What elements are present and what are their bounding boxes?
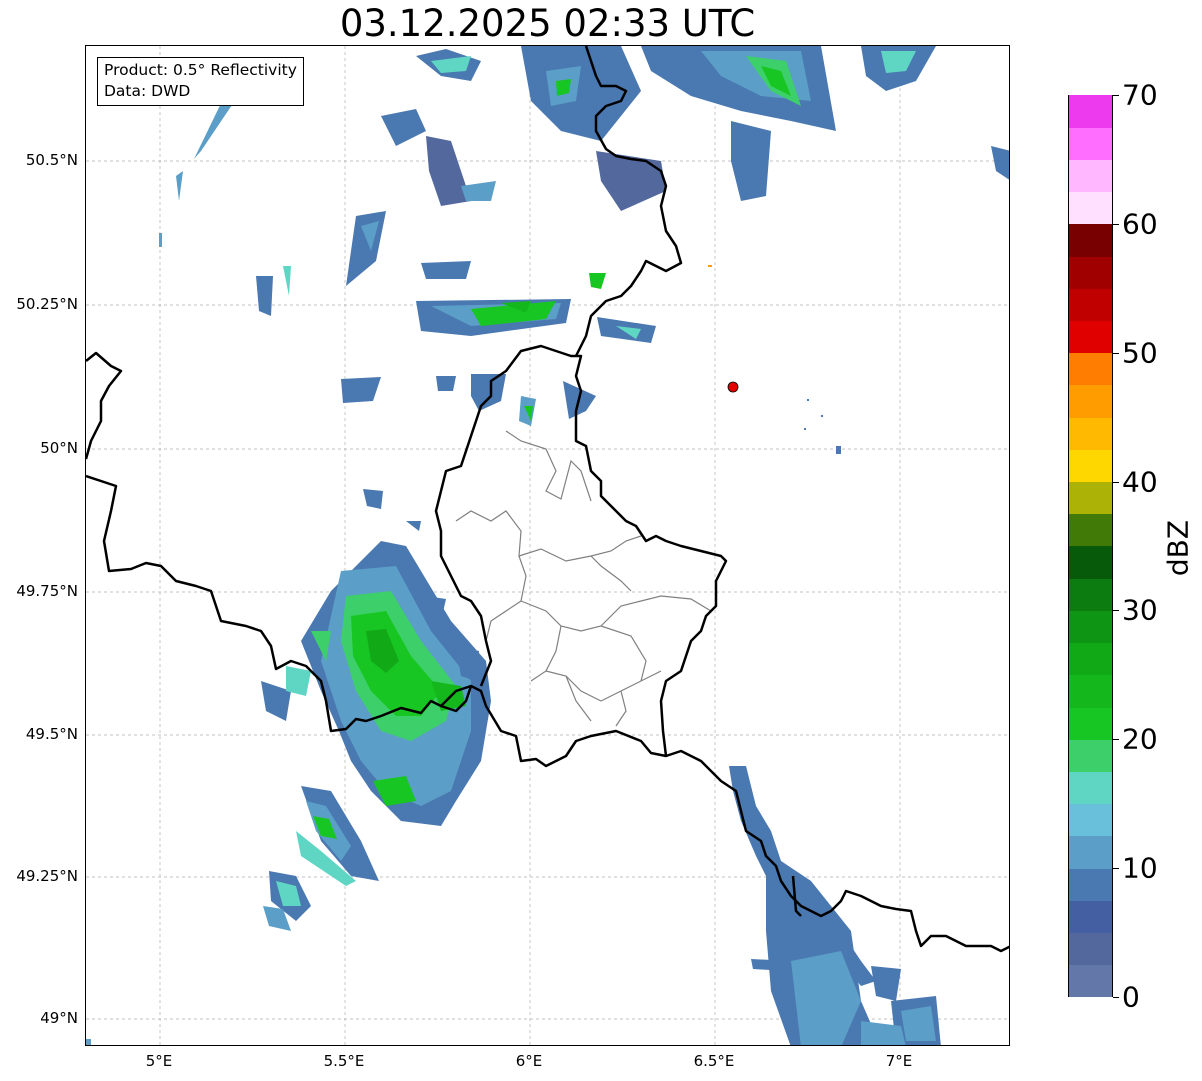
lon-tick-label: 5.5°E (323, 1052, 365, 1070)
colorbar-segment (1069, 932, 1112, 966)
colorbar-segment (1069, 739, 1112, 772)
colorbar-segment (1069, 964, 1112, 998)
lon-tick-label: 6°E (515, 1052, 543, 1070)
colorbar-segment (1069, 803, 1112, 837)
colorbar-segment (1069, 256, 1112, 289)
colorbar-segment (1069, 417, 1112, 450)
colorbar-tick-mark (1113, 739, 1119, 741)
colorbar-segment (1069, 674, 1112, 708)
colorbar-tick-mark (1113, 481, 1119, 483)
colorbar-segment (1069, 320, 1112, 354)
colorbar-segment (1069, 449, 1112, 483)
product-label: Product: 0.5° Reflectivity (104, 61, 297, 79)
radar-map[interactable] (85, 45, 1010, 1046)
colorbar-segment (1069, 642, 1112, 676)
colorbar-segment (1069, 159, 1112, 193)
radar-site-marker (727, 381, 739, 393)
colorbar-segment (1069, 481, 1112, 515)
colorbar-segment (1069, 578, 1112, 611)
colorbar-label: dBZ (1161, 519, 1195, 577)
colorbar (1068, 95, 1113, 998)
colorbar-segment (1069, 610, 1112, 644)
map-title: 03.12.2025 02:33 UTC (339, 2, 756, 45)
colorbar-segment (1069, 223, 1112, 257)
colorbar-tick-mark (1113, 223, 1119, 225)
colorbar-segment (1069, 707, 1112, 740)
colorbar-segment (1069, 191, 1112, 225)
colorbar-segment (1069, 771, 1112, 805)
colorbar-tick-label: 30 (1122, 593, 1158, 627)
colorbar-segment (1069, 288, 1112, 321)
lon-tick-label: 6.5°E (693, 1052, 735, 1070)
data-source-label: Data: DWD (104, 82, 191, 100)
lon-tick-label: 7°E (885, 1052, 913, 1070)
colorbar-segment (1069, 95, 1112, 128)
colorbar-segment (1069, 384, 1112, 418)
colorbar-tick-label: 40 (1122, 465, 1158, 499)
colorbar-tick-label: 50 (1122, 336, 1158, 370)
map-gridlines (86, 46, 1009, 1045)
lat-tick-label: 49.75°N (16, 582, 78, 600)
lat-tick-label: 49.5°N (25, 725, 78, 743)
colorbar-tick-label: 70 (1122, 78, 1158, 112)
country-borders (86, 46, 1009, 953)
colorbar-segment (1069, 546, 1112, 579)
colorbar-tick-label: 0 (1122, 980, 1140, 1014)
colorbar-segment (1069, 352, 1112, 386)
colorbar-segment (1069, 835, 1112, 869)
colorbar-tick-mark (1113, 95, 1119, 96)
canton-borders (455, 430, 712, 727)
colorbar-tick-mark (1113, 868, 1119, 870)
radar-map-canvas (86, 46, 1009, 1045)
radar-echoes (86, 46, 1009, 1045)
colorbar-segment (1069, 513, 1112, 547)
colorbar-tick-label: 60 (1122, 207, 1158, 241)
colorbar-segment (1069, 127, 1112, 160)
lat-tick-label: 50°N (40, 439, 78, 457)
colorbar-tick-label: 20 (1122, 722, 1158, 756)
colorbar-tick-mark (1113, 352, 1119, 354)
colorbar-segment (1069, 868, 1112, 901)
colorbar-tick-label: 10 (1122, 851, 1158, 885)
lat-tick-label: 50.25°N (16, 295, 78, 313)
product-info-box: Product: 0.5° Reflectivity Data: DWD (97, 57, 304, 106)
lat-tick-label: 49°N (40, 1009, 78, 1027)
lon-tick-label: 5°E (145, 1052, 173, 1070)
lat-tick-label: 49.25°N (16, 867, 78, 885)
lat-tick-label: 50.5°N (25, 151, 78, 169)
colorbar-tick-mark (1113, 997, 1119, 998)
colorbar-segment (1069, 900, 1112, 934)
colorbar-tick-mark (1113, 610, 1119, 612)
